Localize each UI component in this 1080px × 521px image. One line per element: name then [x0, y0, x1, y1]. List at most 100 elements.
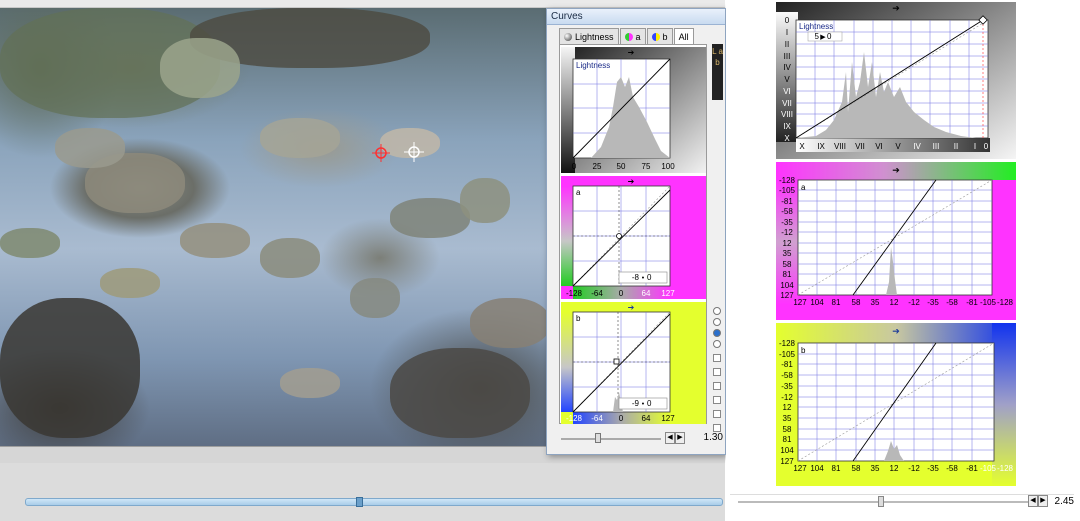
zoom-slider-thumb[interactable]	[595, 433, 601, 443]
curves-window-title: Curves	[547, 9, 725, 25]
tick-label: 35	[783, 249, 792, 258]
panel-label: Lightness	[799, 22, 833, 31]
tab-b[interactable]: b	[646, 28, 673, 44]
tab-lightness[interactable]: Lightness	[559, 28, 619, 44]
panel-label: b	[801, 346, 806, 355]
right-zoom-value: 2.45	[1054, 496, 1074, 507]
horizontal-scrollbar[interactable]	[25, 498, 723, 506]
tick-label: -81	[966, 464, 978, 473]
tick-label: -81	[781, 197, 793, 206]
curves-tabs: Lightness a b All	[559, 28, 695, 44]
tick-label: 58	[783, 260, 792, 269]
tick-label: X	[784, 134, 790, 143]
tick-label: -12	[781, 228, 793, 237]
b-curve-panel[interactable]: ➔ b -9 • 0 -128 -64 0 64 127	[561, 302, 706, 424]
option-checkbox[interactable]	[713, 368, 721, 376]
tab-all[interactable]: All	[673, 28, 694, 44]
zoom-left-arrow-icon[interactable]: ◀	[665, 432, 675, 444]
readout-input: -9	[632, 399, 640, 408]
option-checkbox[interactable]	[713, 410, 721, 418]
tick-label: 25	[593, 162, 602, 171]
right-zoom-row: ◀ ▶ 2.45	[730, 494, 1074, 508]
tick-label: VIII	[834, 142, 846, 151]
tick-label: 58	[852, 464, 861, 473]
tick-label: 64	[642, 289, 651, 298]
readout-input: -8	[632, 273, 640, 282]
panel-label: b	[576, 314, 581, 323]
curve-point	[613, 358, 620, 365]
horizontal-scrollbar-thumb[interactable]	[356, 497, 363, 507]
panel-arrow-icon: ➔	[628, 48, 635, 57]
tick-label: -105	[980, 298, 997, 307]
tick-label: 127	[793, 464, 807, 473]
curve-point	[616, 233, 622, 239]
tick-label: -12	[908, 464, 920, 473]
tick-label: -58	[946, 298, 958, 307]
readout-output: 0	[827, 32, 832, 41]
readout-input: 5	[815, 32, 820, 41]
tick-label: 127	[780, 457, 794, 466]
tick-label: -58	[781, 207, 793, 216]
workspace: Curves Lightness a b All ➔ Lightness 0 2…	[0, 0, 1080, 521]
big-lightness-curve-panel[interactable]: ➔ Lightness 5 ▶ 0 0 I II III IV V VI VII…	[776, 2, 1016, 159]
lightness-curve-panel[interactable]: ➔ Lightness 0 25 50 75 100	[561, 47, 706, 173]
panel-arrow-icon: ➔	[892, 165, 900, 175]
tick-label: 81	[832, 464, 841, 473]
panel-label: a	[576, 188, 581, 197]
color-sampler-icon[interactable]	[372, 144, 390, 162]
right-zoom-slider-thumb[interactable]	[878, 496, 884, 507]
right-zoom-left-arrow-icon[interactable]: ◀	[1028, 495, 1038, 507]
tick-label: 35	[871, 464, 880, 473]
tick-label: V	[895, 142, 901, 151]
tick-label: VI	[783, 87, 791, 96]
tick-label: 12	[890, 464, 899, 473]
tick-label: -105	[980, 464, 997, 473]
zoom-value: 1.30	[703, 432, 723, 443]
tick-label: VII	[782, 99, 792, 108]
tick-label: III	[784, 52, 791, 61]
zoom-slider-track[interactable]	[561, 438, 661, 440]
panel-label: Lightness	[576, 61, 610, 70]
tick-label: -12	[781, 393, 793, 402]
big-a-curve-panel[interactable]: ➔ a -128 -105 -81 -58 -35 -12 12 35 58 8…	[776, 162, 1016, 320]
tick-label: I	[974, 142, 976, 151]
tick-label: -128	[997, 464, 1014, 473]
tick-label: -64	[591, 414, 603, 423]
option-checkbox[interactable]	[713, 382, 721, 390]
a-curve-panel[interactable]: ➔ a -8 • 0 -128 -64 0 64 127	[561, 176, 706, 299]
option-checkbox[interactable]	[713, 396, 721, 404]
b-channel-icon	[651, 32, 660, 41]
status-area	[0, 463, 725, 521]
mode-radio[interactable]	[713, 340, 721, 348]
readout-output: 0	[647, 399, 652, 408]
mode-radio-selected[interactable]	[713, 329, 721, 337]
tick-label: I	[786, 28, 788, 37]
panel-arrow-icon: ➔	[628, 303, 635, 312]
tick-label: 12	[783, 239, 792, 248]
big-b-curve-panel[interactable]: ➔ b -128 -105 -81 -58 -35 -12 12 35 58 8…	[776, 323, 1016, 486]
tick-label: 81	[783, 270, 792, 279]
tick-label: II	[785, 40, 789, 49]
tick-label: 104	[810, 464, 824, 473]
crosshair-cursor-icon	[404, 142, 424, 162]
mode-radio[interactable]	[713, 307, 721, 315]
tick-label: 127	[661, 414, 675, 423]
tick-label: 127	[661, 289, 675, 298]
tab-a[interactable]: a	[619, 28, 646, 44]
mode-radio[interactable]	[713, 318, 721, 326]
svg-text:▶: ▶	[820, 34, 826, 41]
panel-arrow-icon: ➔	[892, 326, 900, 336]
tick-label: -35	[927, 298, 939, 307]
curves-zoom-row: ◀ ▶ 1.30	[559, 431, 724, 447]
option-checkbox[interactable]	[713, 354, 721, 362]
tick-label: -35	[781, 218, 793, 227]
tick-label: 81	[783, 435, 792, 444]
tick-label: -64	[591, 289, 603, 298]
tick-label: 0	[984, 142, 989, 151]
tick-label: 75	[642, 162, 651, 171]
a-channel-icon	[624, 32, 633, 41]
tick-label: VII	[855, 142, 865, 151]
tick-label: 58	[783, 425, 792, 434]
photo-canvas[interactable]	[0, 8, 553, 446]
tick-label: 12	[890, 298, 899, 307]
